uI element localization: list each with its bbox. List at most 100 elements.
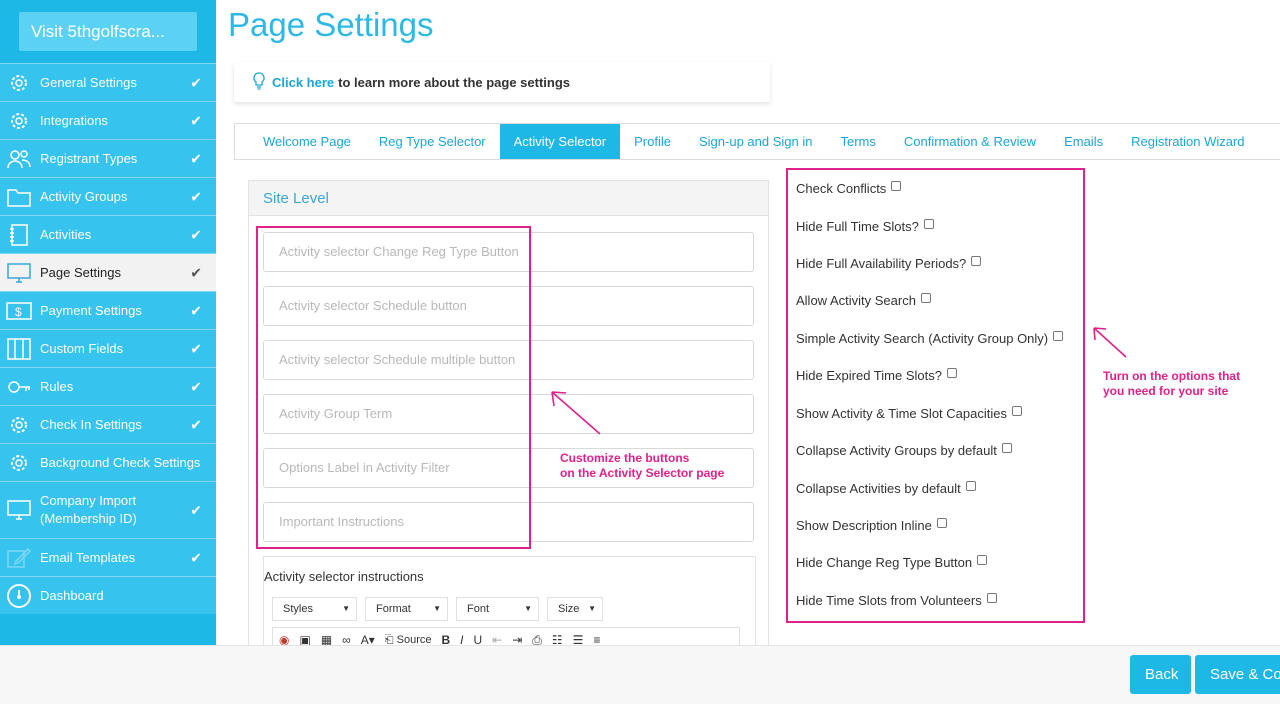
gear-icon (5, 108, 33, 134)
visit-site-button[interactable]: Visit 5thgolfscra... (19, 12, 197, 51)
tab-confirmation-review[interactable]: Confirmation & Review (890, 124, 1050, 159)
edit-icon (5, 545, 33, 571)
sidebar-item-registrant-types[interactable]: Registrant Types ✔ (0, 139, 216, 177)
sidebar-item-label: Activity Groups (40, 189, 128, 204)
sidebar-item-label: Dashboard (40, 588, 104, 603)
check-icon: ✔ (190, 74, 202, 90)
sidebar-item-background-check-settings[interactable]: Background Check Settings (0, 443, 216, 481)
check-icon: ✔ (190, 112, 202, 128)
font-dropdown-label: Font (467, 603, 490, 615)
size-dropdown[interactable]: Size ▼ (547, 597, 603, 621)
hide-change-reg-type-checkbox[interactable] (977, 554, 988, 565)
sidebar-item-check-in-settings[interactable]: Check In Settings ✔ (0, 405, 216, 443)
sidebar-item-general-settings[interactable]: General Settings ✔ (0, 63, 216, 101)
footer-bar (0, 645, 1280, 704)
tab-reg-type-selector[interactable]: Reg Type Selector (365, 124, 500, 159)
gear-icon (5, 70, 33, 96)
folder-icon (5, 184, 33, 210)
show-description-inline-checkbox[interactable] (936, 517, 947, 528)
sidebar-item-label: Page Settings (40, 265, 121, 280)
allow-activity-search-checkbox[interactable] (920, 292, 931, 303)
gear-icon (5, 450, 33, 476)
check-icon: ✔ (190, 378, 202, 394)
sidebar-item-label: Check In Settings (40, 417, 142, 432)
option-hide-time-slots-volunteers: Hide Time Slots from Volunteers (796, 592, 997, 608)
check-icon: ✔ (190, 416, 202, 432)
option-label: Hide Time Slots from Volunteers (796, 593, 982, 608)
check-icon: ✔ (190, 340, 202, 356)
option-hide-change-reg-type: Hide Change Reg Type Button (796, 554, 988, 570)
show-capacities-checkbox[interactable] (1011, 405, 1022, 416)
caret-down-icon: ▼ (433, 604, 441, 613)
check-icon: ✔ (190, 302, 202, 318)
sidebar-item-company-import[interactable]: Company Import (Membership ID) ✔ (0, 481, 216, 538)
sidebar-item-custom-fields[interactable]: Custom Fields ✔ (0, 329, 216, 367)
styles-dropdown[interactable]: Styles ▼ (272, 597, 357, 621)
monitor-icon (5, 497, 33, 523)
tab-activity-selector[interactable]: Activity Selector (499, 124, 621, 159)
hide-full-time-slots-checkbox[interactable] (923, 218, 934, 229)
option-label: Collapse Activity Groups by default (796, 443, 997, 458)
sidebar-item-label: Company Import (Membership ID) (40, 493, 137, 526)
sidebar-item-activities[interactable]: Activities ✔ (0, 215, 216, 253)
option-allow-activity-search: Allow Activity Search (796, 292, 931, 308)
sidebar-item-label: Email Templates (40, 550, 136, 565)
format-dropdown-label: Format (376, 603, 411, 615)
app: Visit 5thgolfscra... General Settings ✔ … (0, 0, 1280, 704)
check-icon: ✔ (190, 188, 202, 204)
option-label: Simple Activity Search (Activity Group O… (796, 331, 1049, 346)
sidebar-item-activity-groups[interactable]: Activity Groups ✔ (0, 177, 216, 215)
font-dropdown[interactable]: Font ▼ (456, 597, 539, 621)
sidebar-item-email-templates[interactable]: Email Templates ✔ (0, 538, 216, 576)
option-label: Hide Full Availability Periods? (796, 256, 967, 271)
sidebar-nav: General Settings ✔ Integrations ✔ Regist… (0, 63, 216, 614)
buttons-highlight-box (256, 226, 531, 549)
money-icon: $ (5, 298, 33, 324)
check-icon: ✔ (190, 264, 202, 280)
svg-text:$: $ (15, 305, 22, 319)
editor-dropdowns: Styles ▼ Format ▼ Font ▼ Size ▼ (272, 597, 603, 621)
option-check-conflicts: Check Conflicts (796, 180, 902, 196)
settings-tabs: Welcome Page Reg Type Selector Activity … (234, 123, 1280, 160)
option-hide-full-availability: Hide Full Availability Periods? (796, 255, 982, 271)
simple-activity-search-checkbox[interactable] (1053, 330, 1064, 341)
sidebar-item-dashboard[interactable]: Dashboard (0, 576, 216, 614)
check-conflicts-checkbox[interactable] (891, 180, 902, 191)
users-icon (5, 146, 33, 172)
options-list: Check Conflicts Hide Full Time Slots? Hi… (786, 168, 1085, 623)
sidebar-item-label: Background Check Settings (40, 455, 201, 470)
hide-expired-time-slots-checkbox[interactable] (946, 367, 957, 378)
caret-down-icon: ▼ (524, 604, 532, 613)
option-label: Check Conflicts (796, 181, 887, 196)
tab-registration-wizard[interactable]: Registration Wizard (1117, 124, 1258, 159)
tab-profile[interactable]: Profile (620, 124, 685, 159)
styles-dropdown-label: Styles (283, 603, 313, 615)
option-hide-expired-time-slots: Hide Expired Time Slots? (796, 367, 957, 383)
collapse-activities-checkbox[interactable] (965, 480, 976, 491)
hide-time-slots-volunteers-checkbox[interactable] (986, 592, 997, 603)
format-dropdown[interactable]: Format ▼ (365, 597, 448, 621)
page-title: Page Settings (228, 6, 434, 43)
hide-full-availability-checkbox[interactable] (971, 255, 982, 266)
sidebar-item-label: Custom Fields (40, 341, 124, 356)
option-label: Show Description Inline (796, 518, 932, 533)
tab-welcome-page[interactable]: Welcome Page (235, 124, 365, 159)
sidebar-item-payment-settings[interactable]: $ Payment Settings ✔ (0, 291, 216, 329)
save-continue-button[interactable]: Save & Co (1195, 655, 1280, 694)
option-hide-full-time-slots: Hide Full Time Slots? (796, 218, 934, 234)
tab-sign-up-and-sign-in[interactable]: Sign-up and Sign in (685, 124, 826, 159)
caret-down-icon: ▼ (342, 604, 350, 613)
sidebar-item-label: Activities (40, 227, 92, 242)
notebook-icon (5, 222, 33, 248)
back-button[interactable]: Back (1130, 655, 1191, 694)
tab-emails[interactable]: Emails (1050, 124, 1117, 159)
tab-terms[interactable]: Terms (826, 124, 889, 159)
sidebar-item-integrations[interactable]: Integrations ✔ (0, 101, 216, 139)
gauge-icon (5, 583, 33, 609)
learn-more-link[interactable]: Click here (272, 75, 334, 90)
option-simple-activity-search: Simple Activity Search (Activity Group O… (796, 330, 1064, 346)
collapse-activity-groups-checkbox[interactable] (1001, 442, 1012, 453)
check-icon: ✔ (190, 226, 202, 242)
sidebar-item-page-settings[interactable]: Page Settings ✔ (0, 253, 216, 291)
sidebar-item-rules[interactable]: Rules ✔ (0, 367, 216, 405)
